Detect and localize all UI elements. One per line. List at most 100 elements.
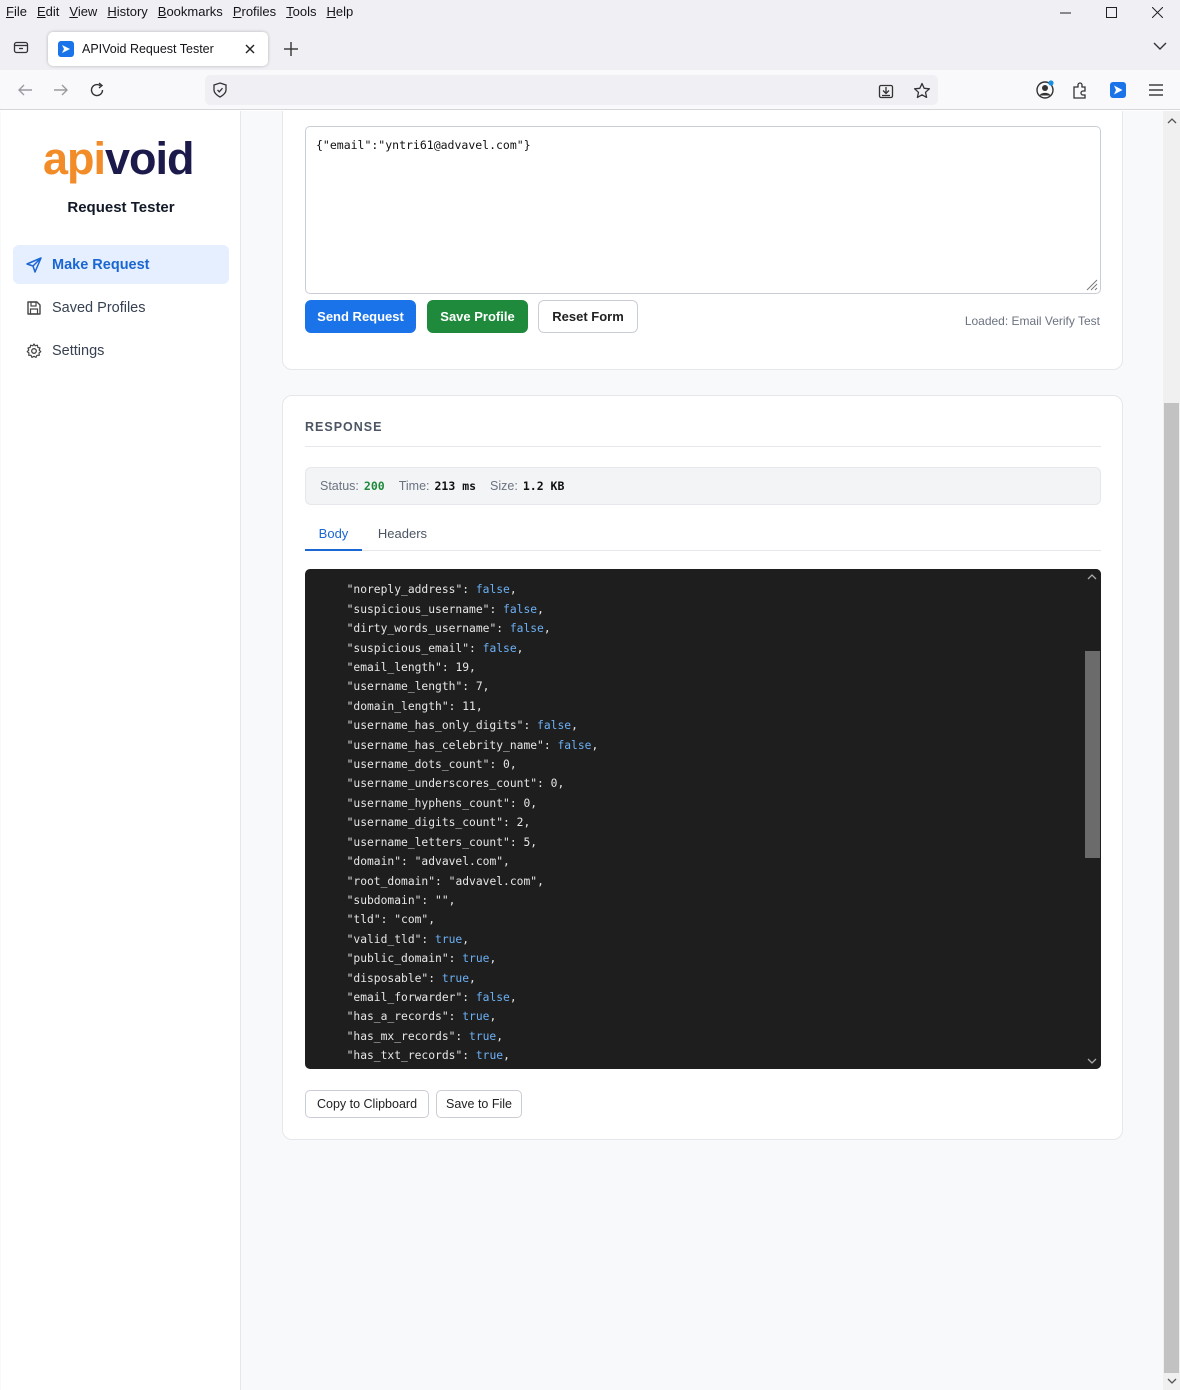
gear-icon (25, 342, 43, 360)
status-label: Status: (320, 479, 359, 493)
status-code: 200 (363, 479, 385, 493)
code-line: "username_length": 7, (333, 680, 490, 694)
menu-item-bookmarks[interactable]: Bookmarks (152, 0, 227, 24)
extensions-icon[interactable] (1068, 78, 1092, 102)
code-line: "email_forwarder": false, (333, 990, 517, 1004)
bookmark-star-icon[interactable] (913, 82, 931, 100)
sidebar: apivoid Request Tester Make Request Save… (1, 111, 241, 1390)
sidebar-item-settings[interactable]: Settings (13, 331, 229, 370)
scroll-down-icon[interactable] (1086, 1055, 1098, 1067)
code-line: "has_txt_records": true, (333, 1049, 510, 1063)
code-line: "username_digits_count": 2, (333, 816, 531, 830)
code-line: "username_hyphens_count": 0, (333, 796, 538, 810)
close-window-icon[interactable] (1134, 0, 1180, 24)
code-line: "subdomain": "", (333, 893, 456, 907)
code-line: "domain_length": 11, (333, 699, 483, 713)
code-line: "public_domain": true, (333, 952, 497, 966)
code-line: "username_has_only_digits": false, (333, 719, 578, 733)
sidebar-item-saved-profiles[interactable]: Saved Profiles (13, 288, 229, 327)
request-card: {"email":"yntri61@advavel.com"} Send Req… (282, 111, 1123, 370)
code-line: "username_underscores_count": 0, (333, 777, 565, 791)
new-tab-icon[interactable] (280, 38, 302, 60)
back-icon[interactable] (13, 78, 37, 102)
scrollbar-thumb[interactable] (1164, 403, 1179, 1373)
send-request-button[interactable]: Send Request (305, 300, 416, 333)
window-controls (1042, 0, 1180, 24)
sidebar-item-label: Settings (52, 342, 105, 359)
code-line: "domain": "advavel.com", (333, 855, 510, 869)
scroll-up-icon[interactable] (1166, 115, 1177, 126)
shield-icon[interactable] (212, 82, 228, 98)
menu-item-help[interactable]: Help (321, 0, 358, 24)
response-body-code: "noreply_address": false, "suspicious_us… (333, 569, 599, 1070)
send-icon (25, 256, 43, 274)
response-status-bar: Status: 200 Time: 213 ms Size: 1.2 KB (305, 467, 1101, 505)
hamburger-menu-icon[interactable] (1144, 78, 1168, 102)
menu-item-history[interactable]: History (101, 0, 151, 24)
download-page-icon[interactable] (877, 82, 895, 100)
maximize-icon[interactable] (1088, 0, 1134, 24)
response-card: RESPONSE Status: 200 Time: 213 ms Size: … (282, 395, 1123, 1140)
sidebar-item-label: Saved Profiles (52, 299, 146, 316)
divider (305, 446, 1101, 447)
resize-handle-icon[interactable] (1086, 279, 1098, 291)
scrollbar-thumb[interactable] (1085, 651, 1100, 858)
request-body-textarea[interactable]: {"email":"yntri61@advavel.com"} (305, 126, 1101, 294)
code-line: "email_length": 19, (333, 661, 476, 675)
menu-item-view[interactable]: View (63, 0, 101, 24)
code-line: "root_domain": "advavel.com", (333, 874, 544, 888)
menu-item-file[interactable]: File (0, 0, 31, 24)
tab-list-icon[interactable] (8, 34, 34, 60)
sidebar-title: Request Tester (67, 199, 175, 216)
code-line: "has_a_records": true, (333, 1010, 497, 1024)
apivoid-extension-icon[interactable] (1106, 78, 1130, 102)
save-icon (25, 299, 43, 317)
code-line: "disposable": true, (333, 971, 476, 985)
tab-body[interactable]: Body (305, 522, 362, 551)
menu-item-edit[interactable]: Edit (31, 0, 63, 24)
response-body-viewer[interactable]: "noreply_address": false, "suspicious_us… (305, 569, 1101, 1069)
code-line: "has_spf_records": true, (333, 1066, 598, 1070)
menu-item-profiles[interactable]: Profiles (227, 0, 280, 24)
address-bar[interactable] (205, 75, 938, 105)
close-tab-icon[interactable] (242, 41, 258, 57)
scroll-up-icon[interactable] (1086, 571, 1098, 583)
code-line: "suspicious_email": false, (333, 641, 524, 655)
page-scrollbar[interactable] (1163, 111, 1180, 1390)
code-line: "suspicious_username": false, (333, 602, 544, 616)
menu-bar: File Edit View History Bookmarks Profiles Tool… (0, 0, 1180, 24)
url-input[interactable] (239, 82, 858, 98)
size-label: Size: (490, 479, 518, 493)
code-line: "tld": "com", (333, 913, 436, 927)
chevron-down-icon[interactable] (1152, 38, 1168, 54)
save-profile-button[interactable]: Save Profile (427, 300, 528, 333)
scroll-down-icon[interactable] (1166, 1375, 1177, 1386)
response-size: 1.2 KB (522, 479, 565, 493)
menu-item-tools[interactable]: Tools (280, 0, 320, 24)
response-tabs: Body Headers (305, 522, 1101, 551)
account-icon[interactable] (1033, 78, 1057, 102)
reset-form-button[interactable]: Reset Form (538, 300, 638, 333)
code-line: "valid_tld": true, (333, 932, 470, 946)
code-line: "username_has_celebrity_name": false, (333, 738, 599, 752)
code-scrollbar[interactable] (1084, 569, 1101, 1069)
tab-headers[interactable]: Headers (371, 522, 434, 551)
tab-bar: APIVoid Request Tester (0, 24, 1180, 70)
navigation-bar (0, 70, 1180, 110)
sidebar-item-label: Make Request (52, 256, 150, 273)
copy-to-clipboard-button[interactable]: Copy to Clipboard (305, 1090, 429, 1118)
save-to-file-button[interactable]: Save to File (436, 1090, 522, 1118)
code-line: "dirty_words_username": false, (333, 622, 551, 636)
minimize-icon[interactable] (1042, 0, 1088, 24)
apivoid-logo: apivoid (43, 133, 195, 184)
sidebar-item-make-request[interactable]: Make Request (13, 245, 229, 284)
code-line: "username_letters_count": 5, (333, 835, 538, 849)
request-body-text: {"email":"yntri61@advavel.com"} (316, 138, 531, 152)
tab-favicon-icon (58, 41, 74, 57)
loaded-profile-text: Loaded: Email Verify Test (964, 314, 1100, 328)
forward-icon[interactable] (49, 78, 73, 102)
browser-tab[interactable]: APIVoid Request Tester (48, 32, 268, 66)
code-line: "noreply_address": false, (333, 583, 517, 597)
reload-icon[interactable] (85, 78, 109, 102)
